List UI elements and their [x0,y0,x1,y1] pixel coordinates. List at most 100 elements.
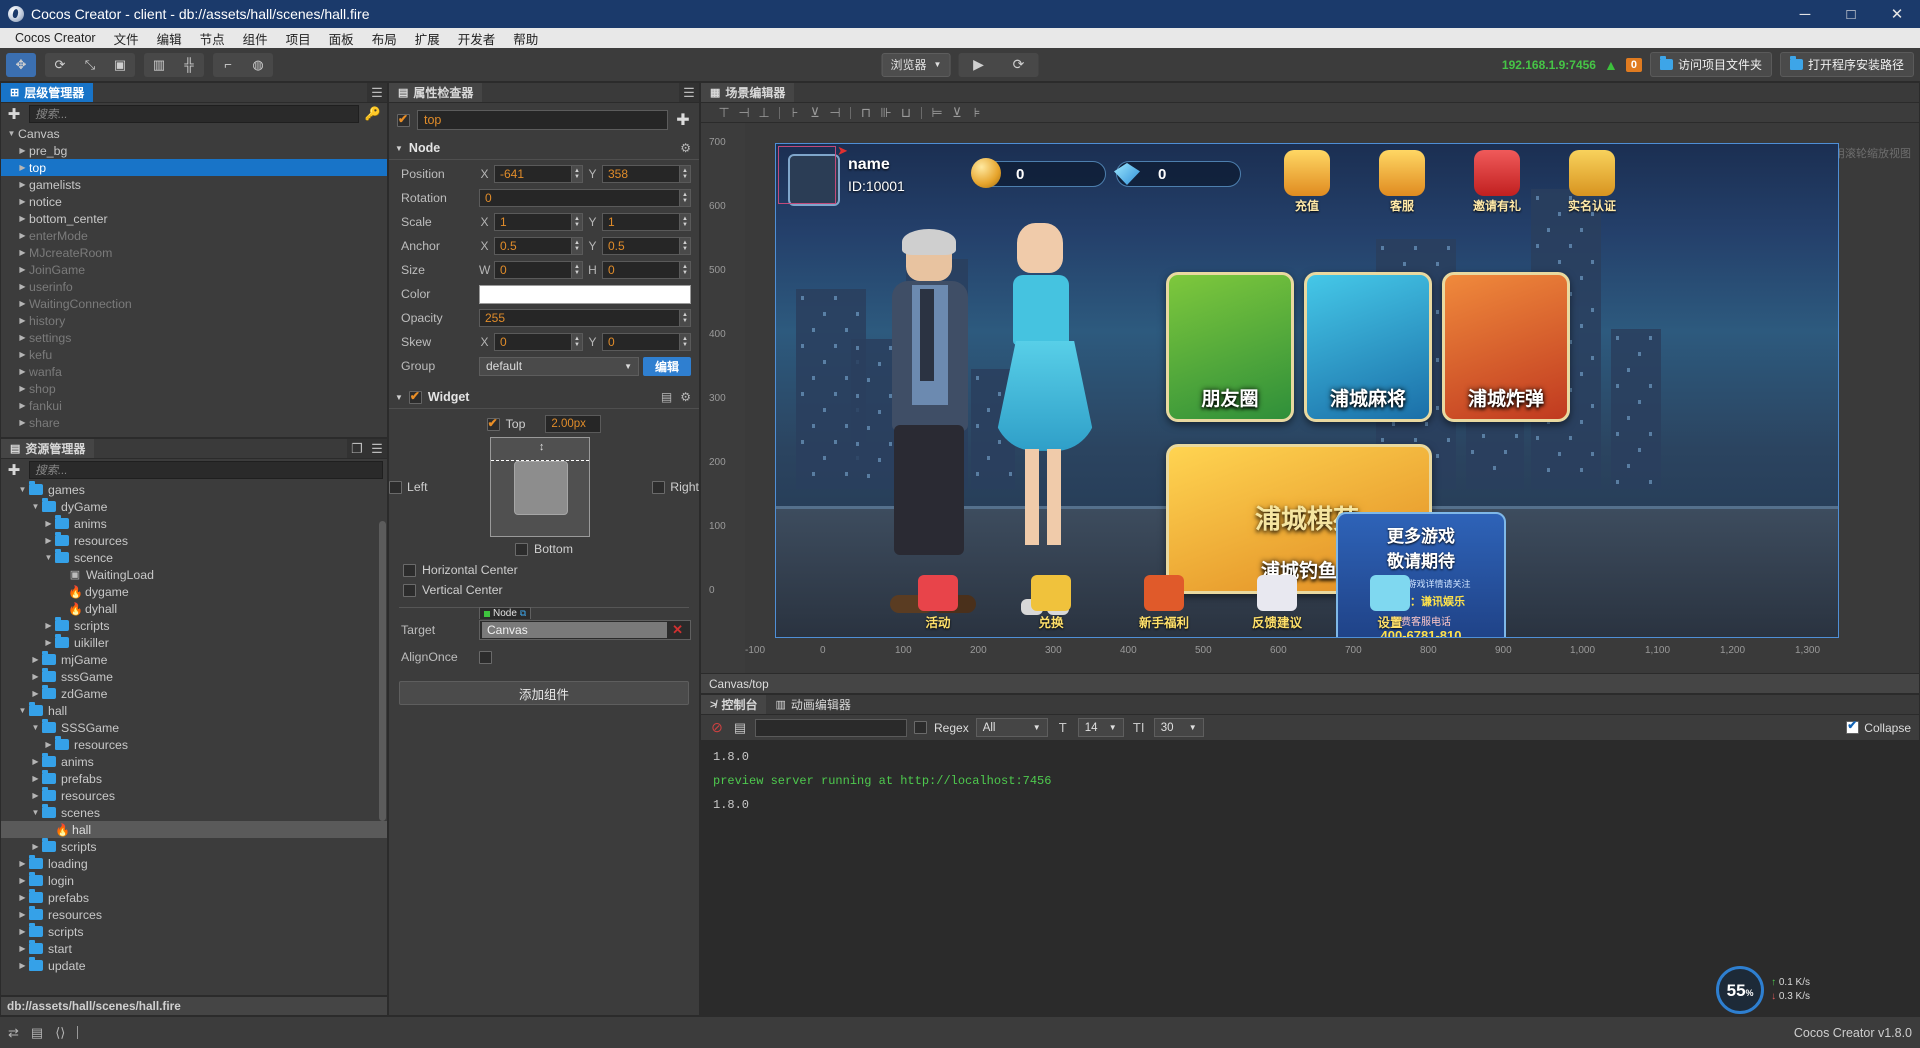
hierarchy-node-mjcreateroom[interactable]: ▶ MJcreateRoom [1,244,387,261]
tab-scene-editor[interactable]: ▦ 场景编辑器 [701,83,795,102]
hierarchy-node-pre_bg[interactable]: ▶ pre_bg [1,142,387,159]
expand-arrow-icon[interactable]: ▶ [29,655,42,664]
rotate-tool-icon[interactable]: ⟳ [45,53,75,77]
hierarchy-node-shop[interactable]: ▶ shop [1,380,387,397]
asset-item-resources[interactable]: ▶ resources [1,787,387,804]
anchor-mode-icon[interactable]: ╬ [174,53,204,77]
expand-arrow-icon[interactable]: ▶ [16,333,29,342]
maximize-button[interactable]: □ [1828,0,1874,28]
asset-item-scence[interactable]: ▼ scence [1,549,387,566]
bottom-icon-feedback[interactable]: 反馈建议 [1240,575,1314,631]
tab-assets[interactable]: ▤ 资源管理器 [1,439,95,458]
expand-arrow-icon[interactable]: ▶ [16,401,29,410]
expand-arrow-icon[interactable]: ▶ [16,876,29,885]
widget-help-icon[interactable]: ▤ [661,390,672,404]
expand-arrow-icon[interactable]: ▶ [16,248,29,257]
hierarchy-node-top[interactable]: ▶ top [1,159,387,176]
prop-scale-y[interactable]: 1 [602,213,680,231]
bottom-icon-settings[interactable]: 设置 [1353,575,1427,631]
expand-arrow-icon[interactable]: ▶ [42,825,55,834]
expand-arrow-icon[interactable]: ▶ [16,163,29,172]
expand-arrow-icon[interactable]: ▶ [42,740,55,749]
expand-arrow-icon[interactable]: ▶ [55,570,68,579]
asset-item-start[interactable]: ▶ start [1,940,387,957]
asset-item-waitingload[interactable]: ▶▣ WaitingLoad [1,566,387,583]
align-top-icon[interactable]: ⊤ [715,105,733,121]
align-v-center-icon[interactable]: ⊣ [735,105,753,121]
align-h-center-icon[interactable]: ⊻ [806,105,824,121]
prop-anchor-y[interactable]: 0.5 [602,237,680,255]
hierarchy-node-history[interactable]: ▶ history [1,312,387,329]
asset-item-scripts[interactable]: ▶ scripts [1,838,387,855]
node-enabled-checkbox[interactable] [397,112,410,127]
prop-position-y[interactable]: 358 [602,165,680,183]
asset-item-anims[interactable]: ▶ anims [1,515,387,532]
spinner-prop-position-y[interactable]: ▲ ▼ [680,165,691,183]
spinner-prop-rotation[interactable]: ▲ ▼ [680,189,691,207]
font-size-select[interactable]: 14 ▼ [1077,718,1124,737]
menu-item-edit[interactable]: 编辑 [148,27,191,50]
dist-left-icon[interactable]: ⊨ [928,105,946,121]
expand-arrow-icon[interactable]: ▶ [16,961,29,970]
menu-item-component[interactable]: 组件 [234,27,277,50]
game-card-pucheng-bomb[interactable]: 浦城炸弹 [1442,272,1570,422]
dist-right-icon[interactable]: ⊧ [968,105,986,121]
assets-scrollbar[interactable] [379,521,386,821]
expand-arrow-icon[interactable]: ▶ [29,757,42,766]
asset-item-sssgame[interactable]: ▶ sssGame [1,668,387,685]
prop-skew-x[interactable]: 0 [494,333,572,351]
expand-arrow-icon[interactable]: ▶ [42,519,55,528]
game-card-friends-circle[interactable]: 朋友圈 [1166,272,1294,422]
node-name-input[interactable]: top [417,110,668,130]
expand-arrow-icon[interactable]: ▶ [16,910,29,919]
hierarchy-node-canvas[interactable]: ▼ Canvas [1,125,387,142]
widget-enabled-checkbox[interactable] [408,389,422,404]
spinner-prop-anchor-x[interactable]: ▲ ▼ [572,237,583,255]
assets-tree[interactable]: ▼games▼dyGame▶anims▶resources▼scence▶▣Wa… [1,481,387,995]
lock-key-icon[interactable]: 🔑 [363,106,383,122]
spinner-prop-scale-y[interactable]: ▲ ▼ [680,213,691,231]
add-node-button[interactable]: ✚ [3,105,25,123]
hierarchy-node-share[interactable]: ▶ share [1,414,387,431]
hierarchy-node-joingame[interactable]: ▶ JoinGame [1,261,387,278]
expand-arrow-icon[interactable]: ▼ [16,706,29,715]
hierarchy-node-userinfo[interactable]: ▶ userinfo [1,278,387,295]
top-icon-invite[interactable]: 邀请有礼 [1466,150,1528,214]
group-edit-button[interactable]: 编辑 [642,356,691,376]
expand-arrow-icon[interactable]: ▶ [42,638,55,647]
menu-item-extension[interactable]: 扩展 [406,27,449,50]
move-gizmo-icon[interactable]: ➤ [837,144,848,159]
assets-menu-icon[interactable]: ☰ [367,439,387,458]
widget-bottom-checkbox[interactable] [515,542,529,556]
prop-scale-x[interactable]: 1 [494,213,572,231]
hierarchy-node-settings[interactable]: ▶ settings [1,329,387,346]
menu-item-project[interactable]: 项目 [277,27,320,50]
scene-viewport[interactable]: 使用鼠标右键平移画面焦点, 使用滚轮缩放视图 70060050040030020… [701,123,1919,673]
asset-item-anims[interactable]: ▶ anims [1,753,387,770]
expand-arrow-icon[interactable]: ▶ [29,791,42,800]
asset-item-scenes[interactable]: ▼ scenes [1,804,387,821]
expand-arrow-icon[interactable]: ▶ [16,384,29,393]
expand-arrow-icon[interactable]: ▶ [16,944,29,953]
regex-checkbox[interactable] [914,721,927,734]
prop-rotation[interactable]: 0 [479,189,680,207]
node-section-toggle-icon[interactable]: ▼ [395,144,403,153]
global-coord-icon[interactable]: ◍ [243,53,273,77]
asset-item-uikiller[interactable]: ▶ uikiller [1,634,387,651]
database-icon[interactable]: ▤ [31,1025,43,1041]
asset-item-login[interactable]: ▶ login [1,872,387,889]
assets-dock-icon[interactable]: ❐ [347,439,367,458]
top-icon-recharge[interactable]: 充值 [1276,150,1338,214]
expand-arrow-icon[interactable]: ▶ [29,672,42,681]
hierarchy-node-bottom_center[interactable]: ▶ bottom_center [1,210,387,227]
external-link-icon[interactable]: ⧉ [520,608,526,619]
widget-section-toggle-icon[interactable]: ▼ [395,393,403,402]
dist-v-center-icon[interactable]: ⊪ [877,105,895,121]
spinner-prop-anchor-y[interactable]: ▲ ▼ [680,237,691,255]
asset-item-zdgame[interactable]: ▶ zdGame [1,685,387,702]
align-right-icon[interactable]: ⊣ [826,105,844,121]
prop-color-swatch[interactable] [479,284,691,304]
expand-arrow-icon[interactable]: ▶ [42,536,55,545]
prop-position-x[interactable]: -641 [494,165,572,183]
expand-arrow-icon[interactable]: ▶ [16,316,29,325]
